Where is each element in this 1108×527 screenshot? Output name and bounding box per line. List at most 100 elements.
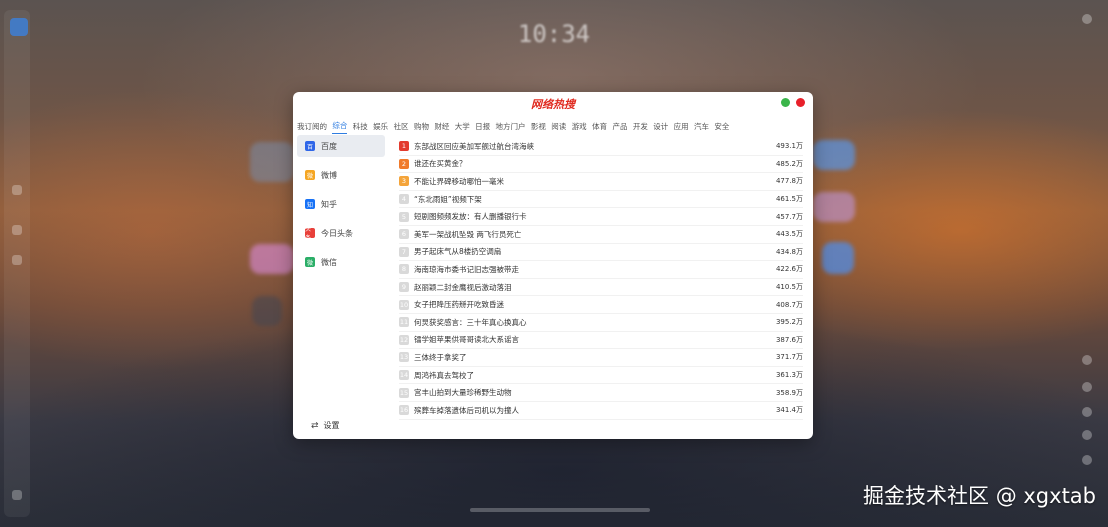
zhihu-icon: 知 [305, 199, 315, 209]
rank-badge: 14 [399, 370, 409, 381]
sidebar-item-0[interactable]: 百百度 [297, 135, 385, 157]
hot-item-title[interactable]: 殡葬车掉落遗体后司机以为撞人 [414, 405, 776, 416]
rail-dock-icon[interactable] [12, 490, 22, 500]
hot-item-heat: 395.2万 [775, 318, 803, 327]
hot-item-title[interactable]: 美军一架战机坠毁 两飞行员死亡 [414, 229, 776, 240]
hot-item-heat: 443.5万 [775, 230, 803, 239]
hot-item-title[interactable]: 海南琼海市委书记旧志强被带走 [414, 264, 776, 275]
list-item[interactable]: 7 男子起床气从8楼扔空调扇 434.8万 [399, 244, 803, 262]
hot-item-title[interactable]: 女子把降压药掰开吃致昏迷 [414, 299, 776, 310]
tab-9[interactable]: 地方门户 [496, 121, 526, 134]
rank-badge: 13 [399, 352, 409, 363]
hot-item-title[interactable]: 不能让界碑移动哪怕一毫米 [414, 176, 776, 187]
list-item[interactable]: 6 美军一架战机坠毁 两飞行员死亡 443.5万 [399, 226, 803, 244]
tab-16[interactable]: 设计 [653, 121, 668, 134]
right-dock-icon[interactable] [1082, 355, 1092, 365]
list-item[interactable]: 12 镭学姐苹果供哥哥读北大系谣言 387.6万 [399, 332, 803, 350]
rail-app-icon[interactable] [10, 18, 28, 36]
weibo-icon: 微 [305, 170, 315, 180]
sidebar-item-4[interactable]: 微微信 [297, 251, 385, 273]
sidebar-item-1[interactable]: 微微博 [297, 164, 385, 186]
sidebar-item-2[interactable]: 知知乎 [297, 193, 385, 215]
tab-1[interactable]: 综合 [332, 120, 348, 134]
expand-icon[interactable] [1082, 14, 1092, 24]
rank-badge: 2 [399, 158, 409, 169]
tab-10[interactable]: 影视 [531, 121, 546, 134]
hot-item-title[interactable]: 赵丽颖二封金鹰视后激动落泪 [414, 282, 776, 293]
window-title: 网络热搜 [531, 98, 575, 111]
source-sidebar: 百百度微微博知知乎头条 今日头条微微信 [297, 135, 385, 435]
hot-item-title[interactable]: 三体终于拿奖了 [414, 352, 776, 363]
hot-item-title[interactable]: 镭学姐苹果供哥哥读北大系谣言 [414, 334, 776, 345]
tab-13[interactable]: 体育 [592, 121, 607, 134]
hot-item-title[interactable]: 谁还在买黄金？ [414, 158, 776, 169]
settings-button[interactable]: ⇄ 设置 [311, 420, 340, 431]
list-item[interactable]: 5 短剧图频频发放：有人删播银行卡 457.7万 [399, 208, 803, 226]
hot-item-title[interactable]: “东北雨姐”视频下架 [414, 194, 776, 205]
right-dock-icon[interactable] [1082, 455, 1092, 465]
tab-15[interactable]: 开发 [633, 121, 648, 134]
tab-18[interactable]: 汽车 [694, 121, 709, 134]
baidu-icon: 百 [305, 141, 315, 151]
rank-badge: 10 [399, 299, 409, 310]
list-item[interactable]: 10 女子把降压药掰开吃致昏迷 408.7万 [399, 296, 803, 314]
tab-8[interactable]: 日报 [475, 121, 490, 134]
list-item[interactable]: 2 谁还在买黄金？ 485.2万 [399, 156, 803, 174]
tab-2[interactable]: 科技 [353, 121, 368, 134]
desktop-search-bar[interactable] [470, 508, 650, 512]
sidebar-item-label: 知乎 [321, 199, 337, 209]
hot-item-title[interactable]: 周鸿祎真去驾校了 [414, 370, 776, 381]
tab-19[interactable]: 安全 [714, 121, 729, 134]
list-item[interactable]: 8 海南琼海市委书记旧志强被带走 422.6万 [399, 261, 803, 279]
list-item[interactable]: 3 不能让界碑移动哪怕一毫米 477.8万 [399, 173, 803, 191]
hot-item-heat: 341.4万 [775, 406, 803, 415]
tab-14[interactable]: 产品 [612, 121, 627, 134]
rail-dock-icon[interactable] [12, 185, 22, 195]
sidebar-item-3[interactable]: 头条 今日头条 [297, 222, 385, 244]
list-item[interactable]: 4 “东北雨姐”视频下架 461.5万 [399, 191, 803, 209]
tab-0[interactable]: 我订阅的 [297, 121, 327, 134]
desktop-widget-tile[interactable] [250, 142, 294, 182]
desktop-widget-tile[interactable] [813, 140, 855, 170]
watermark: 掘金技术社区 @ xgxtab [863, 484, 1096, 508]
tab-12[interactable]: 游戏 [572, 121, 587, 134]
tab-11[interactable]: 阅读 [551, 121, 566, 134]
hot-item-title[interactable]: 宫丰山拍到大量珍稀野生动物 [414, 387, 776, 398]
list-item[interactable]: 16 殡葬车掉落遗体后司机以为撞人 341.4万 [399, 402, 803, 420]
tab-5[interactable]: 购物 [414, 121, 429, 134]
rail-dock-icon[interactable] [12, 225, 22, 235]
list-item[interactable]: 11 何炅获奖感言：三十年真心换真心 395.2万 [399, 314, 803, 332]
right-dock-icon[interactable] [1082, 407, 1092, 417]
hot-item-title[interactable]: 短剧图频频发放：有人删播银行卡 [414, 211, 776, 222]
rank-badge: 12 [399, 334, 409, 345]
rank-badge: 6 [399, 229, 409, 240]
tab-3[interactable]: 娱乐 [373, 121, 388, 134]
list-item[interactable]: 9 赵丽颖二封金鹰视后激动落泪 410.5万 [399, 279, 803, 297]
rail-dock-icon[interactable] [12, 255, 22, 265]
tab-6[interactable]: 财经 [434, 121, 449, 134]
search-icon[interactable] [1082, 382, 1092, 392]
list-item[interactable]: 1 东部战区回应美加军舰过航台湾海峡 493.1万 [399, 138, 803, 156]
minimize-button[interactable] [781, 98, 790, 107]
desktop-clock: 10:34 [517, 20, 591, 48]
tab-17[interactable]: 应用 [674, 121, 689, 134]
settings-icon: ⇄ [311, 420, 319, 431]
list-item[interactable]: 14 周鸿祎真去驾校了 361.3万 [399, 367, 803, 385]
toutiao-icon: 头条 [305, 226, 315, 242]
desktop-widget-tile[interactable] [813, 192, 855, 222]
hot-item-title[interactable]: 东部战区回应美加军舰过航台湾海峡 [414, 141, 776, 152]
hot-item-title[interactable]: 男子起床气从8楼扔空调扇 [414, 246, 776, 257]
list-item[interactable]: 15 宫丰山拍到大量珍稀野生动物 358.9万 [399, 384, 803, 402]
right-dock-icon[interactable] [1082, 430, 1092, 440]
tab-4[interactable]: 社区 [394, 121, 409, 134]
list-item[interactable]: 13 三体终于拿奖了 371.7万 [399, 349, 803, 367]
hot-item-heat: 387.6万 [775, 335, 803, 344]
close-button[interactable] [796, 98, 805, 107]
desktop-widget-tile[interactable] [250, 244, 294, 274]
rank-badge: 7 [399, 246, 409, 257]
desktop-avatar-tile[interactable] [252, 296, 282, 326]
hot-item-title[interactable]: 何炅获奖感言：三十年真心换真心 [414, 317, 776, 328]
tab-7[interactable]: 大学 [455, 121, 470, 134]
hot-item-heat: 361.3万 [775, 371, 803, 380]
desktop-app-icon[interactable] [822, 242, 854, 274]
